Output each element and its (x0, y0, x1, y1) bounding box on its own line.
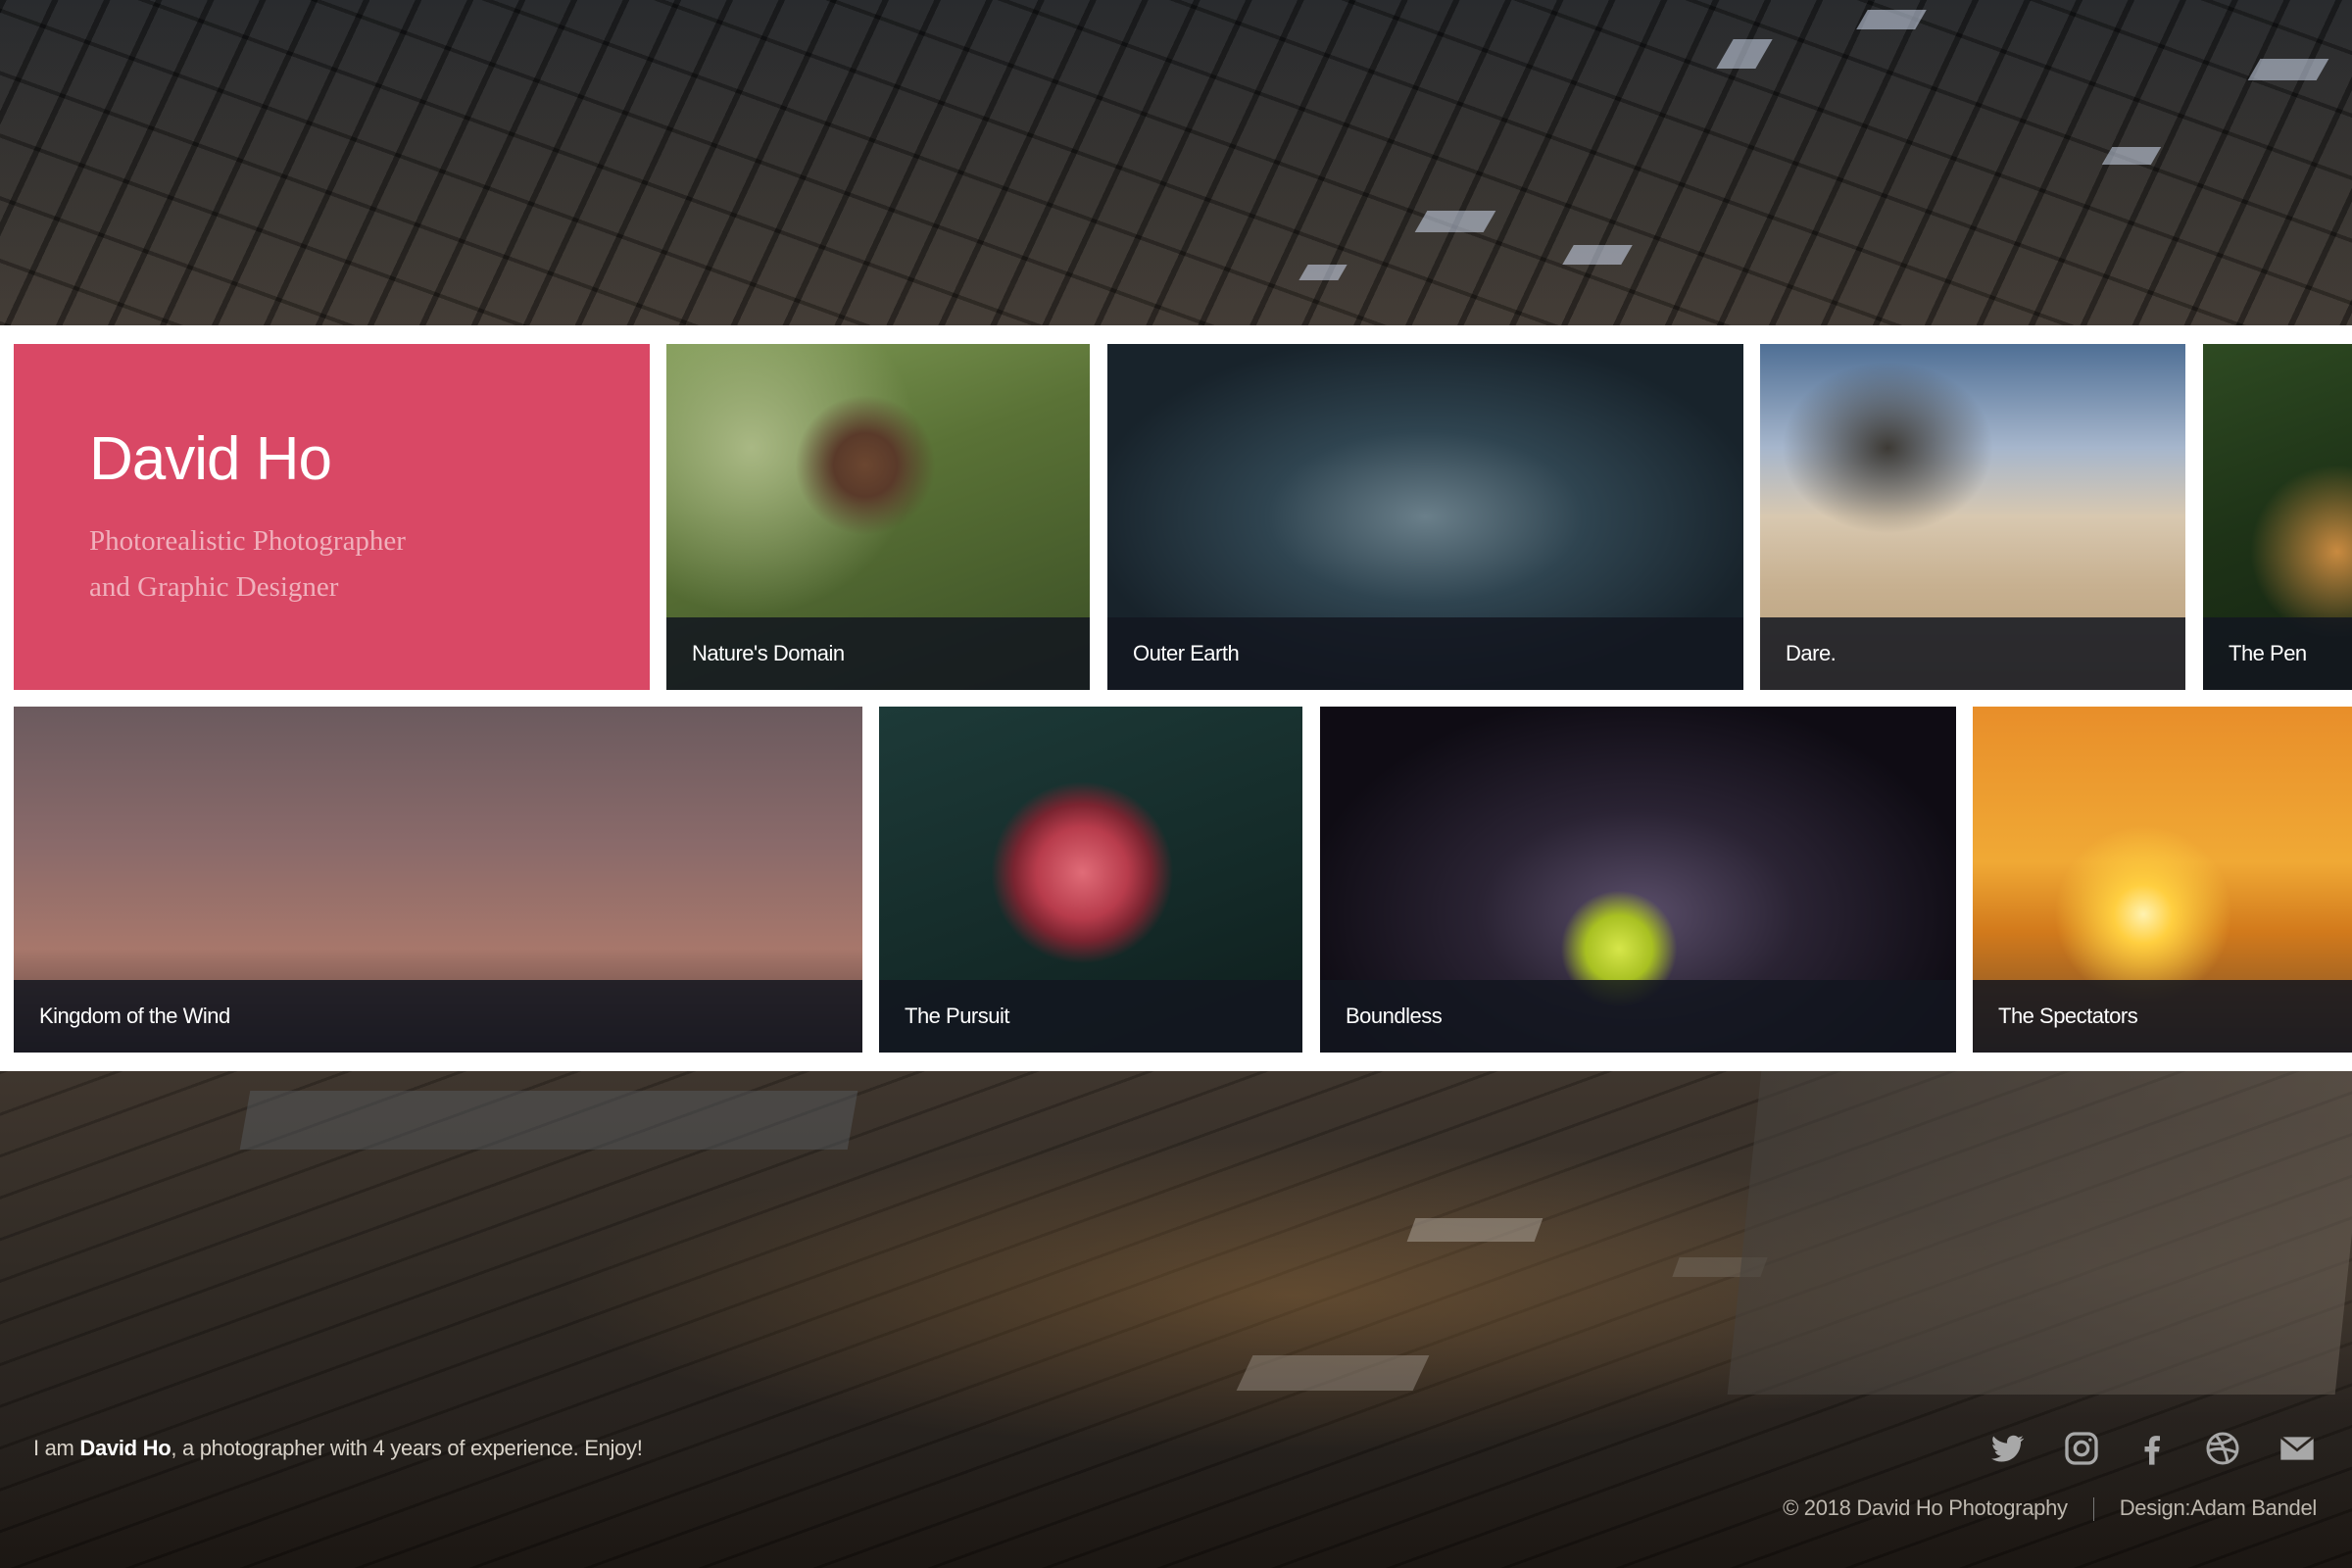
photographer-name: David Ho (89, 425, 332, 493)
bio-name: David Ho (79, 1436, 172, 1460)
photographer-role: Photorealistic Photographer and Graphic … (89, 518, 406, 611)
facebook-icon[interactable] (2132, 1429, 2172, 1468)
gallery-item-the-pen[interactable]: The Pen (2203, 344, 2352, 690)
footer-credits: © 2018 David Ho Photography Design:Adam B… (1783, 1495, 2318, 1522)
gallery-item-title: The Pen (2203, 617, 2352, 690)
twitter-icon[interactable] (1987, 1429, 2027, 1468)
gallery-item-boundless[interactable]: Boundless (1320, 707, 1956, 1053)
gallery-item-title: Boundless (1320, 980, 1956, 1053)
gallery-item-title: The Pursuit (879, 980, 1302, 1053)
role-line-2: and Graphic Designer (89, 571, 339, 603)
gallery-item-title: The Spectators (1973, 980, 2352, 1053)
gallery-item-title: Dare. (1760, 617, 2185, 690)
email-icon[interactable] (2278, 1429, 2317, 1468)
gallery-item-title: Outer Earth (1107, 617, 1743, 690)
gallery-item-the-pursuit[interactable]: The Pursuit (879, 707, 1302, 1053)
bio-suffix: , a photographer with 4 years of experie… (171, 1436, 643, 1460)
gallery-item-kingdom-of-the-wind[interactable]: Kingdom of the Wind (14, 707, 862, 1053)
page: David Ho Photorealistic Photographer and… (0, 0, 2352, 1568)
instagram-icon[interactable] (2062, 1429, 2101, 1468)
gallery-item-title: Nature's Domain (666, 617, 1090, 690)
background-top-image (0, 0, 2352, 325)
gallery-item-dare[interactable]: Dare. (1760, 344, 2185, 690)
footer-bio: I am David Ho, a photographer with 4 yea… (33, 1436, 643, 1461)
intro-card: David Ho Photorealistic Photographer and… (14, 344, 650, 690)
gallery-item-outer-earth[interactable]: Outer Earth (1107, 344, 1743, 690)
bio-prefix: I am (33, 1436, 80, 1460)
role-line-1: Photorealistic Photographer (89, 525, 406, 557)
gallery-item-the-spectators[interactable]: The Spectators (1973, 707, 2352, 1053)
dribbble-icon[interactable] (2203, 1429, 2242, 1468)
design-credit: Design:Adam Bandel (2119, 1495, 2318, 1520)
gallery-item-title: Kingdom of the Wind (14, 980, 862, 1053)
copyright-text: © 2018 David Ho Photography (1783, 1495, 2068, 1520)
background-bottom-image (0, 1071, 2352, 1568)
footer-divider (2092, 1497, 2094, 1522)
gallery-item-natures-domain[interactable]: Nature's Domain (666, 344, 1090, 690)
